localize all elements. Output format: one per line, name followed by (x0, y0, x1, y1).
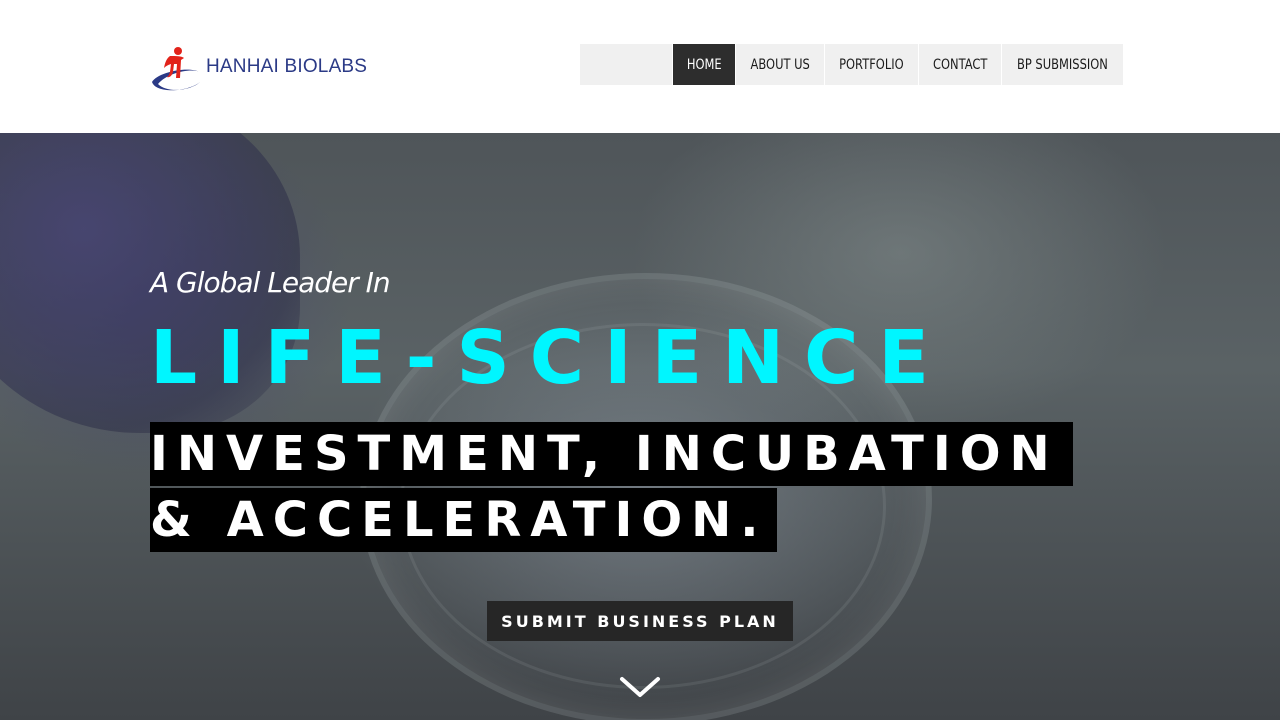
nav-item-home[interactable]: HOME (672, 44, 735, 85)
logo-wordmark: HANHAI BIOLABS (206, 56, 368, 77)
site-header: HANHAI BIOLABS HOME ABOUT US PORTFOLIO C… (0, 0, 1280, 133)
hero-tagline-line-2: & ACCELERATION. (150, 488, 777, 552)
nav-item-bp-submission[interactable]: BP SUBMISSION (1001, 44, 1123, 85)
nav-item-label: PORTFOLIO (839, 56, 904, 73)
chevron-down-icon[interactable] (618, 673, 662, 703)
hero-subtitle: A Global Leader In (150, 266, 391, 299)
nav-item-about-us[interactable]: ABOUT US (735, 44, 824, 85)
nav-item-label: BP SUBMISSION (1017, 56, 1108, 73)
hanhai-logo-icon (148, 42, 202, 92)
hero-section: A Global Leader In LIFE-SCIENCE INVESTME… (0, 133, 1280, 720)
main-navigation: HOME ABOUT US PORTFOLIO CONTACT BP SUBMI… (580, 44, 1123, 85)
hero-headline: LIFE-SCIENCE (150, 315, 949, 401)
hero-tagline-line-1: INVESTMENT, INCUBATION (150, 422, 1073, 486)
nav-item-label: HOME (686, 56, 722, 73)
nav-item-label: ABOUT US (750, 56, 810, 73)
site-logo[interactable]: HANHAI BIOLABS (148, 42, 368, 92)
submit-business-plan-button[interactable]: SUBMIT BUSINESS PLAN (487, 601, 793, 641)
nav-item-contact[interactable]: CONTACT (918, 44, 1001, 85)
nav-item-label: CONTACT (932, 56, 988, 73)
nav-item-portfolio[interactable]: PORTFOLIO (824, 44, 918, 85)
